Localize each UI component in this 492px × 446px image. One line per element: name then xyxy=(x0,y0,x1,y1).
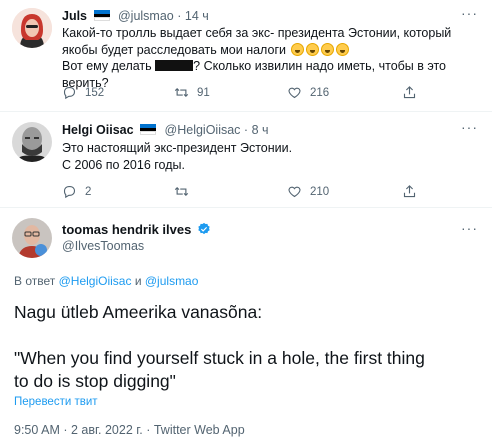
more-icon[interactable]: ··· xyxy=(461,5,478,21)
tweet-actions: 2 210 xyxy=(62,184,422,202)
censored-word xyxy=(155,60,194,71)
more-icon[interactable]: ··· xyxy=(461,119,478,135)
tweet-line-2: С 2006 по 2016 годы. xyxy=(62,157,185,172)
avatar-helgioiisac-image xyxy=(12,122,52,162)
tweet-helgioiisac[interactable]: Helgi Oiisac @HelgiOiisac · 8 ч ··· Это … xyxy=(0,112,492,208)
reply-context: В ответ @HelgiOiisac и @julsmao xyxy=(14,274,199,288)
tweet-julsmao[interactable]: Juls @julsmao · 14 ч ··· Какой-то тролль… xyxy=(0,0,492,108)
emoji-icon xyxy=(306,42,320,56)
like-icon xyxy=(288,186,301,198)
author-name[interactable]: toomas hendrik ilves xyxy=(62,222,191,237)
tweet-actions: 152 91 216 xyxy=(62,85,422,103)
reply-user-link[interactable]: @HelgiOiisac xyxy=(59,274,132,288)
main-tweet-line-1: Nagu ütleb Ameerika vanasõna: xyxy=(14,302,263,322)
avatar-helgioiisac[interactable] xyxy=(12,122,52,162)
main-tweet-line-3: to do is stop digging" xyxy=(14,371,176,391)
emoji-icon xyxy=(291,42,305,56)
main-tweet-line-2: "When you find yourself stuck in a hole,… xyxy=(14,348,425,368)
reply-icon xyxy=(63,185,76,199)
retweet-button[interactable] xyxy=(174,184,197,199)
estonia-flag-icon xyxy=(93,10,110,22)
reply-count: 2 xyxy=(85,185,92,198)
tweet-line-1: Это настоящий экс-президент Эстонии. xyxy=(62,141,293,155)
like-icon xyxy=(288,87,301,99)
tweet-header: toomas hendrik ilves xyxy=(62,222,211,237)
emoji-icon xyxy=(336,42,350,56)
tweet-timestamp[interactable]: 9:50 AM · 2 авг. 2022 г. · Twitter Web A… xyxy=(14,423,245,437)
tweet-text: Какой-то тролль выдает себя за экс- през… xyxy=(62,25,482,91)
tweet-line-2: якобы будет расследовать мои налоги xyxy=(62,42,482,59)
like-count: 210 xyxy=(310,185,330,198)
reply-icon xyxy=(63,86,76,100)
share-button[interactable] xyxy=(402,85,417,100)
tweet-line-1: Какой-то тролль выдает себя за экс- през… xyxy=(62,26,452,40)
reply-button[interactable]: 2 xyxy=(62,184,91,199)
retweet-icon xyxy=(174,87,189,98)
avatar-julsmao-image xyxy=(12,8,52,48)
retweet-count: 91 xyxy=(197,86,210,99)
verified-icon xyxy=(198,222,210,235)
avatar-ilvestoomas-image xyxy=(12,218,52,258)
share-icon xyxy=(403,86,416,99)
translate-tweet-link[interactable]: Перевести твит xyxy=(14,396,98,408)
avatar-ilvestoomas[interactable] xyxy=(12,218,52,258)
reply-count: 152 xyxy=(85,86,105,99)
like-count: 216 xyxy=(310,86,330,99)
more-icon[interactable]: ··· xyxy=(461,220,478,236)
tweet-header: Helgi Oiisac @HelgiOiisac · 8 ч xyxy=(62,123,269,137)
share-icon xyxy=(403,185,416,198)
retweet-icon xyxy=(174,186,189,197)
avatar-julsmao[interactable] xyxy=(12,8,52,48)
tweet-text: Это настоящий экс-президент Эстонии. С 2… xyxy=(62,140,482,173)
emoji-icon xyxy=(321,42,335,56)
tweet-header: Juls @julsmao · 14 ч xyxy=(62,9,209,23)
tweet-time[interactable]: 8 ч xyxy=(252,123,269,137)
like-button[interactable]: 210 xyxy=(287,184,329,199)
retweet-button[interactable]: 91 xyxy=(174,85,210,100)
tweet-time[interactable]: 14 ч xyxy=(185,9,209,23)
share-button[interactable] xyxy=(402,184,417,199)
author-handle[interactable]: @HelgiOiisac xyxy=(165,123,241,137)
author-name[interactable]: Juls xyxy=(62,9,87,23)
like-button[interactable]: 216 xyxy=(287,85,329,100)
reply-user-link[interactable]: @julsmao xyxy=(145,274,199,288)
main-tweet: toomas hendrik ilves @IlvesToomas ··· xyxy=(0,208,492,446)
reply-button[interactable]: 152 xyxy=(62,85,104,100)
estonia-flag-icon xyxy=(140,124,157,136)
author-name[interactable]: Helgi Oiisac xyxy=(62,123,134,137)
author-handle[interactable]: @julsmao xyxy=(118,9,174,23)
author-handle[interactable]: @IlvesToomas xyxy=(62,239,144,253)
